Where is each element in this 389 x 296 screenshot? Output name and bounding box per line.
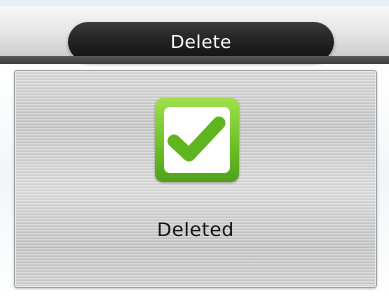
- message-dialog: Deleted: [14, 70, 377, 288]
- screen: Delete Deleted: [0, 0, 389, 296]
- checkmark-icon: [164, 107, 230, 173]
- title-divider: [0, 56, 389, 64]
- title-bar: Delete: [0, 6, 389, 62]
- status-message: Deleted: [156, 219, 235, 241]
- success-icon-frame: [155, 98, 239, 182]
